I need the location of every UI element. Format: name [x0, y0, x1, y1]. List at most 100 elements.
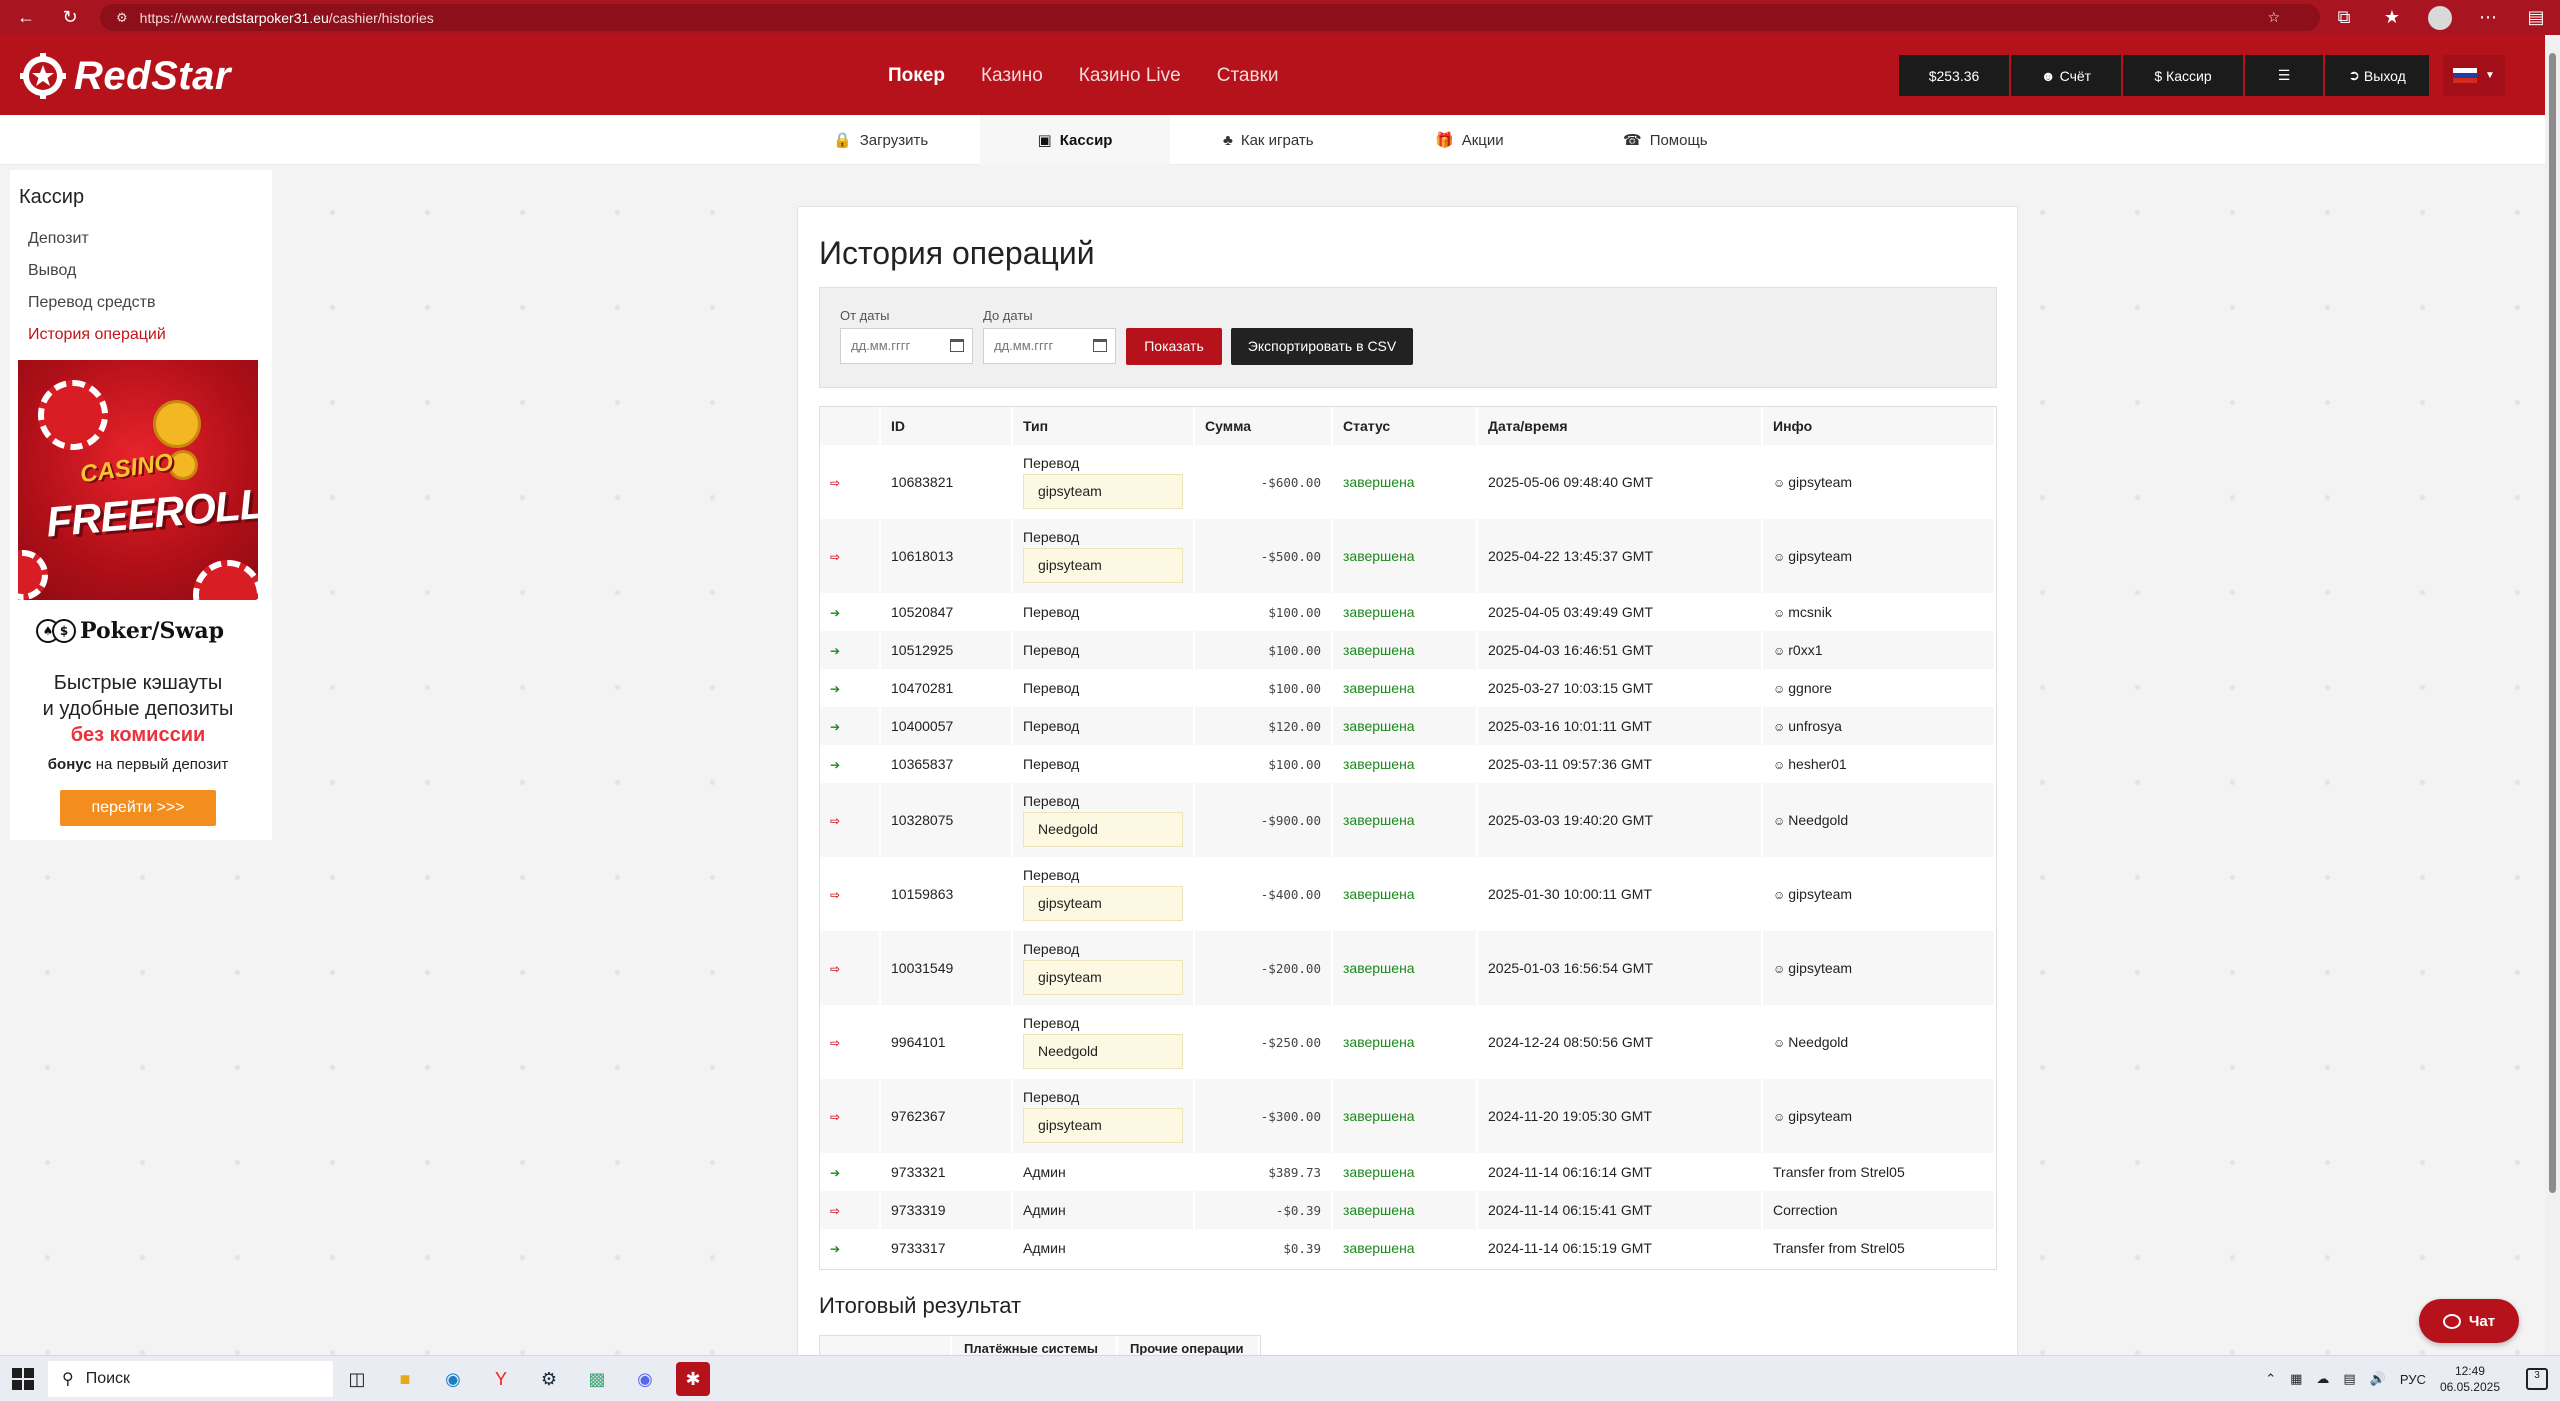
redstar-app-icon[interactable]: ✱	[676, 1362, 710, 1396]
profile-icon[interactable]	[2416, 0, 2464, 35]
info-cell: Transfer from Strel05	[1762, 1229, 1996, 1267]
calendar-icon[interactable]	[950, 339, 964, 352]
sidebar-item-history[interactable]: История операций	[28, 322, 166, 354]
nav-bets[interactable]: Ставки	[1217, 65, 1279, 87]
incoming-icon: ➔	[830, 644, 841, 658]
tray-chevron-icon[interactable]: ⌃	[2265, 1371, 2276, 1387]
direction-cell: ⇨	[820, 1191, 881, 1229]
reload-icon[interactable]: ↻	[52, 0, 88, 35]
display-icon[interactable]: ▤	[2343, 1371, 2355, 1387]
steam-icon[interactable]: ⚙	[532, 1362, 566, 1396]
freerolls-banner[interactable]: CASINO FREEROLLS	[18, 360, 258, 600]
file-explorer-icon[interactable]: ■	[388, 1362, 422, 1396]
transactions-table-wrap: ID Тип Сумма Статус Дата/время Инфо ⇨ 106…	[819, 406, 1997, 1270]
table-row: ⇨ 9762367 Перевод gipsyteam -$300.00 завершен…	[820, 1079, 1996, 1153]
extensions-icon[interactable]: ⧉	[2320, 0, 2368, 35]
transaction-id: 10470281	[891, 680, 954, 696]
site-info-icon[interactable]: ⚙	[116, 10, 128, 26]
favorites-icon[interactable]: ★	[2368, 0, 2416, 35]
promo-bonus-rest: на первый депозит	[91, 756, 229, 773]
direction-cell: ➔	[820, 707, 881, 745]
taskbar-search[interactable]: ⚲ Поиск	[48, 1361, 333, 1397]
status-cell: завершена	[1332, 519, 1478, 593]
incoming-icon: ➔	[830, 1242, 841, 1256]
promo-go-button[interactable]: перейти >>>	[60, 790, 216, 826]
account-button[interactable]: ☻ Счёт	[2011, 55, 2121, 96]
user-icon: ☺	[1773, 550, 1786, 564]
sidebar-toggle-icon[interactable]: ▤	[2512, 0, 2560, 35]
amount-cell: $389.73	[1194, 1153, 1333, 1191]
bookmark-star-icon[interactable]: ☆	[2267, 9, 2280, 26]
amount-cell: $0.39	[1194, 1229, 1333, 1267]
show-button[interactable]: Показать	[1126, 328, 1222, 365]
scroll-thumb[interactable]	[2549, 53, 2556, 1193]
chat-button[interactable]: Чат	[2419, 1299, 2519, 1343]
amount-cell: -$400.00	[1194, 857, 1333, 931]
user-icon: ☺	[1773, 606, 1786, 620]
from-date-input[interactable]: дд.мм.гггг	[840, 328, 973, 364]
pokerswap-banner[interactable]: ♠ $ Poker/Swap Быстрые кэшауты и удобные …	[18, 610, 258, 830]
sidebar-item-withdraw[interactable]: Вывод	[28, 258, 166, 290]
id-cell: 9733317	[880, 1229, 1013, 1267]
volume-icon[interactable]: 🔊	[2370, 1371, 2386, 1387]
from-date-placeholder: дд.мм.гггг	[851, 338, 911, 353]
taskbar-search-label: Поиск	[85, 1370, 131, 1387]
language-selector[interactable]: ▼	[2443, 55, 2505, 96]
transaction-id: 10159863	[891, 886, 954, 902]
discord-icon[interactable]: ◉	[628, 1362, 662, 1396]
logout-button[interactable]: ➲ Выход	[2325, 55, 2429, 96]
list-menu-button[interactable]: ☰	[2245, 55, 2323, 96]
clock[interactable]: 12:49 06.05.2025	[2440, 1363, 2500, 1395]
direction-cell: ➔	[820, 1153, 881, 1191]
sidebar-item-transfer[interactable]: Перевод средств	[28, 290, 166, 322]
chat-label: Чат	[2468, 1312, 2496, 1330]
pokerswap-name: Poker/Swap	[80, 618, 224, 644]
page-scrollbar[interactable]	[2545, 35, 2560, 1355]
system-tray: ⌃ ▦ ☁ ▤ 🔊 РУС 12:49 06.05.2025	[2265, 1356, 2500, 1401]
clock-time: 12:49	[2454, 1364, 2485, 1378]
to-date-input[interactable]: дд.мм.гггг	[983, 328, 1116, 364]
col-direction	[820, 407, 881, 445]
yandex-icon[interactable]: Y	[484, 1362, 518, 1396]
site-logo[interactable]: RedStar	[20, 53, 231, 99]
nav-poker[interactable]: Покер	[888, 65, 945, 87]
info-text: gipsyteam	[1788, 474, 1853, 490]
balance-button[interactable]: $253.36	[1899, 55, 2009, 96]
info-cell: ☺ hesher01	[1762, 745, 1996, 783]
info-text: unfrosya	[1788, 718, 1842, 734]
subnav-how-to-play[interactable]: ♣ Как играть	[1223, 115, 1314, 165]
export-csv-button[interactable]: Экспортировать в CSV	[1231, 328, 1413, 365]
gift-icon: 🎁	[1435, 132, 1454, 149]
cashier-button[interactable]: $ Кассир	[2123, 55, 2243, 96]
id-cell: 10365837	[880, 745, 1013, 783]
id-cell: 9733319	[880, 1191, 1013, 1229]
sidebar-item-deposit[interactable]: Депозит	[28, 226, 166, 258]
status-cell: завершена	[1332, 1229, 1478, 1267]
calendar-icon[interactable]	[1093, 339, 1107, 352]
subnav-download[interactable]: 🔒 Загрузить	[833, 115, 928, 165]
subnav-cashier[interactable]: ▣ Кассир	[980, 115, 1170, 165]
edge-browser-icon[interactable]: ◉	[436, 1362, 470, 1396]
notifications-icon[interactable]: 3	[2526, 1368, 2548, 1390]
promo-bonus: бонус на первый депозит	[18, 756, 258, 773]
network-icon[interactable]: ☁	[2316, 1371, 2329, 1387]
outgoing-icon: ⇨	[830, 1036, 841, 1050]
address-bar[interactable]: ⚙ https://www. redstarpoker31.eu/cashier/…	[100, 4, 2320, 31]
task-view-icon[interactable]: ◫	[340, 1362, 374, 1396]
nav-casino[interactable]: Казино	[981, 65, 1043, 87]
nav-casino-live[interactable]: Казино Live	[1079, 65, 1181, 87]
direction-cell: ⇨	[820, 931, 881, 1005]
app-window-icon[interactable]: ▩	[580, 1362, 614, 1396]
sidebar-title: Кассир	[19, 186, 85, 208]
tray-app-icon[interactable]: ▦	[2290, 1371, 2302, 1387]
language-indicator[interactable]: РУС	[2400, 1372, 2426, 1387]
outgoing-icon: ⇨	[830, 550, 841, 564]
start-windows-icon[interactable]	[12, 1368, 34, 1390]
subnav-help[interactable]: ☎ Помощь	[1623, 115, 1708, 165]
subnav-promotions[interactable]: 🎁 Акции	[1435, 115, 1504, 165]
sidebar-menu: Депозит Вывод Перевод средств История оп…	[28, 226, 166, 354]
amount-cell: -$600.00	[1194, 445, 1333, 519]
back-icon[interactable]: ←	[8, 0, 44, 35]
type-cell: Перевод	[1012, 745, 1195, 783]
more-menu-icon[interactable]: ⋯	[2464, 0, 2512, 35]
